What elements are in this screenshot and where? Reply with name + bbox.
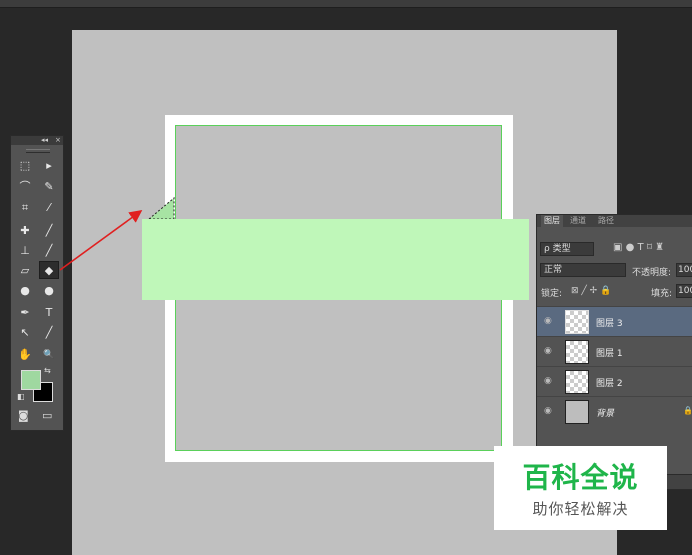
lock-label: 锁定: — [541, 289, 563, 299]
blend-mode-select[interactable]: 正常 — [540, 263, 626, 277]
opacity-label: 不透明度: — [632, 268, 672, 278]
eyedropper-tool-icon[interactable]: ⁄ — [39, 199, 59, 217]
paint-bucket-tool-icon[interactable]: ◆ — [39, 261, 59, 279]
visibility-eye-icon[interactable]: ◉ — [544, 376, 552, 386]
visibility-eye-icon[interactable]: ◉ — [544, 346, 552, 356]
type-tool-icon[interactable]: T — [39, 304, 59, 322]
swap-colors-icon[interactable]: ⇆ — [44, 366, 51, 375]
lock-icon: 🔒 — [683, 406, 692, 415]
foreground-color-swatch[interactable] — [21, 370, 41, 390]
blur-tool-icon[interactable]: ● — [15, 282, 35, 300]
lock-icons[interactable]: ⊠ ╱ ✢ 🔒 — [571, 286, 631, 296]
dodge-tool-icon[interactable]: ● — [39, 282, 59, 300]
watermark-logo: 百科全说 助你轻松解决 — [494, 446, 667, 530]
tab-paths[interactable]: 路径 — [595, 215, 617, 227]
layer-thumbnail — [565, 400, 589, 424]
layer-name: 图层 1 — [596, 349, 623, 359]
layer-row[interactable]: ◉ 图层 1 — [537, 336, 692, 366]
marquee-tool-icon[interactable]: ⬚ — [15, 157, 35, 175]
healing-brush-tool-icon[interactable]: ✚ — [15, 222, 35, 240]
close-icon[interactable]: × — [55, 136, 61, 145]
opacity-field[interactable]: 100 — [676, 263, 692, 277]
move-tool-icon[interactable]: ▸ — [39, 157, 59, 175]
path-select-tool-icon[interactable]: ↖ — [15, 324, 35, 342]
layer-row[interactable]: ◉ 图层 2 — [537, 366, 692, 396]
collapse-icon[interactable]: ◂◂ — [41, 136, 48, 145]
screen-mode-icon[interactable]: ▭ — [42, 409, 52, 422]
visibility-eye-icon[interactable]: ◉ — [544, 316, 552, 326]
zoom-tool-icon[interactable]: 🔍 — [39, 346, 59, 364]
line-tool-icon[interactable]: ╱ — [39, 324, 59, 342]
history-brush-tool-icon[interactable]: ╱ — [39, 242, 59, 260]
tab-layers[interactable]: 图层 — [541, 215, 563, 227]
watermark-title: 百科全说 — [522, 461, 639, 494]
panel-grip[interactable] — [26, 149, 50, 153]
eraser-tool-icon[interactable]: ▱ — [15, 262, 35, 280]
layer-row[interactable]: ◉ 背景 🔒 — [537, 396, 692, 426]
visibility-eye-icon[interactable]: ◉ — [544, 406, 552, 416]
layer-name: 图层 3 — [596, 319, 623, 329]
fill-field[interactable]: 100 — [676, 284, 692, 298]
default-colors-icon[interactable]: ◧ — [17, 392, 25, 401]
tools-panel-header: ◂◂ × — [11, 136, 63, 145]
filter-icons[interactable]: ▣ ● T ⌑ ♜ — [613, 242, 692, 253]
watermark-subtitle: 助你轻松解决 — [532, 500, 629, 518]
layer-row[interactable]: ◉ 图层 3 — [537, 306, 692, 336]
quick-select-tool-icon[interactable]: ✎ — [39, 178, 59, 196]
layer-filter-select[interactable]: ρ 类型 — [540, 242, 594, 256]
hand-tool-icon[interactable]: ✋ — [15, 346, 35, 364]
layers-panel-tabs: 图层 通道 路径 — [537, 215, 692, 227]
layer-name: 背景 — [596, 409, 615, 419]
lasso-tool-icon[interactable]: ⌒ — [15, 178, 35, 196]
crop-tool-icon[interactable]: ⌗ — [15, 199, 35, 217]
layer-thumbnail — [565, 310, 589, 334]
tab-channels[interactable]: 通道 — [567, 215, 589, 227]
clone-stamp-tool-icon[interactable]: ⊥ — [15, 242, 35, 260]
green-band-layer — [142, 219, 529, 300]
layer-thumbnail — [565, 340, 589, 364]
pen-tool-icon[interactable]: ✒ — [15, 304, 35, 322]
brush-tool-icon[interactable]: ╱ — [39, 222, 59, 240]
quick-mask-icon[interactable]: ◙ — [18, 409, 29, 422]
tools-panel: ◂◂ × ⬚ ▸ ⌒ ✎ ⌗ ⁄ ✚ ╱ ⊥ ╱ ▱ ◆ ● ● ✒ T ↖ ╱… — [10, 135, 64, 431]
top-menu-strip — [0, 0, 692, 8]
layer-name: 图层 2 — [596, 379, 623, 389]
layer-thumbnail — [565, 370, 589, 394]
